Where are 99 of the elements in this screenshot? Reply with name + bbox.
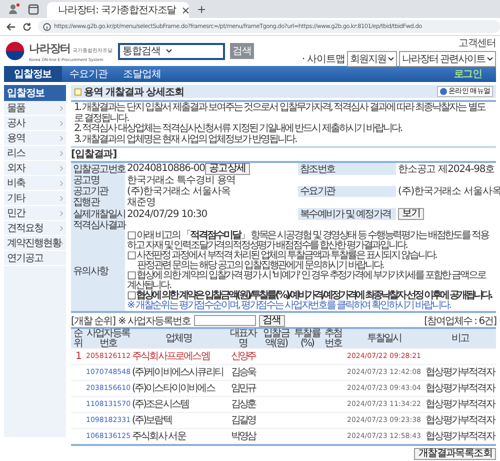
sidebar-item[interactable]: 기타 [7, 191, 25, 205]
table-cell: 김상훈 [226, 396, 260, 412]
small-button[interactable]: 공고상세 [204, 163, 250, 175]
field-label: 실제개찰일시 [71, 208, 125, 220]
notice-text: 1. 개찰결과는 단지 입찰서 제출결과 보여주는 것으로서 입찰무가자격, 적격심사 결과에 따라 최종낙찰자는 별도로 결정됩니다. [74, 103, 486, 124]
field-label: 유의사항 [71, 231, 125, 312]
nav-item[interactable]: 조달업체 [115, 66, 169, 82]
column-header: 업체명 [131, 328, 226, 348]
field-label: 공고기관 [71, 186, 125, 197]
table-cell: (주)조은시스템 [131, 396, 226, 412]
field-value: 2024/07/29 10:30 [127, 208, 208, 220]
table-cell: 1 [71, 348, 85, 364]
sidebar-item[interactable]: 민간 [7, 206, 25, 220]
remark-text: □ 아래 비고의 「적격점수미달」 항목은 시공경험 및 경영상태 등 수행능력평가는 배점한도를 적용하고 자재 및 인력조달가격의적정성평가 배점점수를 합산한 평가결과입니다. [127, 231, 490, 251]
section-heading: [개찰 순위] [71, 314, 115, 328]
related-sites-select[interactable]: 나라장터 관련사이트 [398, 50, 496, 66]
member-select[interactable]: 회원지원 [346, 50, 397, 66]
table-cell: 임민규 [226, 380, 260, 396]
column-header: 사업자등록번호 [85, 328, 131, 348]
table-cell: 협상평가부적격자 [424, 412, 496, 428]
memo-icon [74, 88, 82, 96]
small-button[interactable]: 보기 [398, 208, 424, 220]
column-header: 대표자명 [226, 328, 260, 348]
new-tab-button[interactable]: + [197, 2, 206, 16]
table-cell: 박영삼 [226, 428, 260, 445]
remark-text: □ 사전판정 과정에서 부적격 처리된 업체의 투찰금액과 투찰률은 표시되지 않습니다. [127, 251, 438, 261]
field-label: 수요기관 [298, 186, 396, 197]
table-cell: 주식회사 서운 [131, 428, 226, 445]
caret-icon [487, 56, 493, 60]
table-cell: (주)케이비에스시큐리티 [131, 364, 226, 380]
column-header: 순위 [71, 328, 85, 348]
field-label: 입찰공고번호 [71, 162, 125, 175]
field-value: (주)한국거래소 서울사옥 [127, 186, 230, 197]
emblem-icon [4, 40, 26, 62]
info-icon [43, 22, 51, 30]
column-header: 투찰률(%) [292, 328, 322, 348]
nav-item[interactable]: 수요기관 [62, 66, 116, 82]
field-label: 집행관 [71, 197, 125, 208]
reload-icon[interactable] [22, 22, 32, 32]
sidebar-item[interactable]: 견적요청 [7, 221, 43, 235]
page-title: 용역 개찰결과 상세조회 [84, 86, 184, 98]
close-icon[interactable]: × [181, 4, 190, 16]
notice-text: 3. 개찰결과의 업체명은 현재 사업의 업체정보가 반영됩니다. [74, 134, 298, 145]
browser-tab[interactable]: 나라장터: 국가종합전자조달 × [47, 2, 189, 18]
back-icon[interactable] [6, 22, 16, 32]
sidebar-item[interactable]: 계약진행현황 [7, 236, 61, 250]
remark-text: ※ 개찰순위는 평가점수순이며, 평가점수는 사업자번호를 클릭하여 확인하시기 바랍니다. [127, 301, 452, 311]
field-value: 채준영 [127, 197, 156, 208]
section-heading: [입찰결과] [71, 149, 118, 161]
field-value: 한소공고 제2024-98호 [398, 164, 495, 174]
field-label: 공고명 [71, 175, 125, 186]
table-cell: 김승욱 [226, 364, 260, 380]
table-cell: 김길영 [226, 412, 260, 428]
table-cell: (주)이스타이이비에스 [131, 380, 226, 396]
table-cell: 협상평가부적격자 [424, 396, 496, 412]
field-value: 한국거래소 특수경비 용역 [127, 175, 236, 186]
count-label: [참여업체수 : 6건] [424, 314, 496, 328]
table-cell: 신양주 [226, 348, 260, 364]
sidebar-title: 입찰정보 [4, 85, 66, 101]
table-cell: (주)보람텍 [131, 412, 226, 428]
column-header: 투찰일시 [344, 328, 424, 348]
caret-icon [166, 49, 172, 53]
notice-text: 2. 적격심사 대상업체는 적격심사신청서류 지정된 기일내에 반드시 제출하시기 바랍니다. [74, 124, 404, 134]
result-list-button[interactable]: 개찰결과목록조회 [414, 448, 496, 460]
table-cell: 협상평가부적격자 [424, 428, 496, 445]
remark-text: 판정관련 문의는 해당 공고의 입찰집행관에게 문의하시기 바랍니다. [136, 261, 384, 271]
column-header: 입찰금액(원) [260, 328, 292, 348]
sidebar-item[interactable]: 공사 [7, 116, 25, 130]
sidebar-item[interactable]: 물품 [7, 101, 25, 115]
tabs-icon[interactable] [28, 4, 39, 14]
sidebar-item[interactable]: 비축 [7, 176, 25, 190]
table-cell: 주식회사프로에스엠 [131, 348, 226, 364]
field-label: 참조번호 [298, 162, 396, 175]
sitemap-label: · 사이트맵 [302, 52, 345, 66]
field-value: (주)한국거래소 서울사옥 [398, 186, 500, 197]
field-value: 20240810886-00 [127, 163, 205, 174]
nav-item[interactable]: 입찰정보 [4, 66, 62, 82]
remark-text: □ 협상에 의한 계약의 입찰가격 평가 시 '비예가' 인 경우 추정가격에 부가가치세를 포함한 금액으로 계산됩니다. [127, 271, 486, 291]
column-header: 비고 [424, 328, 496, 348]
sidebar-item[interactable]: 연기공고 [7, 251, 43, 265]
remark-text: □ 협상에 의한 계약은 입찰금액(원)/투찰률(%)/예비가격/예정가격에 최종낙찰자 선정 이후에 공개됩니다. [127, 291, 493, 301]
filter-label: ※ 사업자등록번호 [118, 314, 191, 328]
sidebar-item[interactable]: 용역 [7, 131, 25, 145]
search-field[interactable]: 통합검색 [118, 42, 225, 60]
customer-center-link[interactable]: 고객센터 [458, 36, 496, 50]
caret-icon [388, 56, 394, 60]
sidebar-item[interactable]: 리스 [7, 146, 25, 160]
search-button[interactable]: 검색 [258, 314, 285, 326]
table-cell: 협상평가부적격자 [424, 380, 496, 396]
tab-title: 나라장터: 국가종합전자조달 [58, 4, 176, 17]
input-field[interactable] [194, 315, 256, 326]
column-header: 추첨번호 [322, 328, 344, 348]
field-label: 복수예비가 및 예정가격 [298, 208, 396, 220]
logo-title: 나라장터 [29, 40, 71, 56]
login-link[interactable]: 로그인 [454, 67, 482, 81]
profile-icon[interactable] [8, 3, 20, 15]
table-cell: 협상평가부적격자 [424, 364, 496, 380]
sidebar-item[interactable]: 외자 [7, 161, 25, 175]
field-label: 적격심사결과 [71, 220, 125, 231]
